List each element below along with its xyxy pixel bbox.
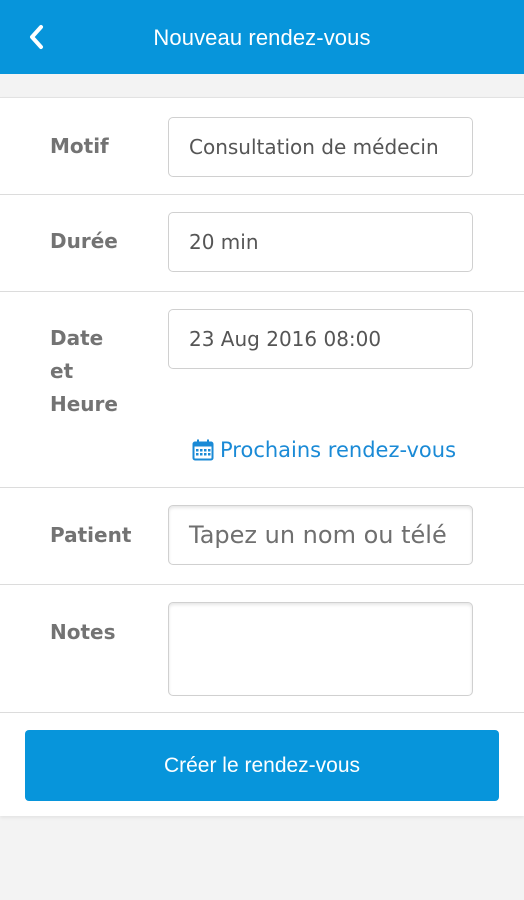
notes-row: Notes: [0, 585, 524, 713]
upcoming-appointments-link[interactable]: Prochains rendez-vous: [192, 438, 456, 462]
patient-label: Patient: [50, 523, 132, 547]
app-bar: Nouveau rendez-vous: [0, 0, 524, 74]
patient-row: Patient Tapez un nom ou télé: [0, 488, 524, 585]
motif-label: Motif: [50, 134, 109, 158]
motif-field[interactable]: Consultation de médecin: [168, 117, 473, 177]
datetime-label: Date et Heure: [50, 322, 118, 421]
duree-label: Durée: [50, 229, 118, 253]
calendar-icon: [192, 439, 214, 461]
datetime-label-line: et: [50, 359, 74, 383]
page-title: Nouveau rendez-vous: [153, 25, 371, 50]
patient-search-input[interactable]: Tapez un nom ou télé: [168, 505, 473, 565]
motif-row: Motif Consultation de médecin: [0, 98, 524, 195]
appointment-form: Motif Consultation de médecin Durée 20 m…: [0, 97, 524, 816]
datetime-label-line: Date: [50, 326, 104, 350]
duree-row: Durée 20 min: [0, 195, 524, 292]
notes-label: Notes: [50, 620, 116, 644]
datetime-field[interactable]: 23 Aug 2016 08:00: [168, 309, 473, 369]
upcoming-appointments-label: Prochains rendez-vous: [220, 438, 457, 462]
notes-textarea[interactable]: [168, 602, 473, 696]
create-appointment-button[interactable]: Créer le rendez-vous: [25, 730, 499, 801]
datetime-label-line: Heure: [50, 392, 118, 416]
duree-field[interactable]: 20 min: [168, 212, 473, 272]
